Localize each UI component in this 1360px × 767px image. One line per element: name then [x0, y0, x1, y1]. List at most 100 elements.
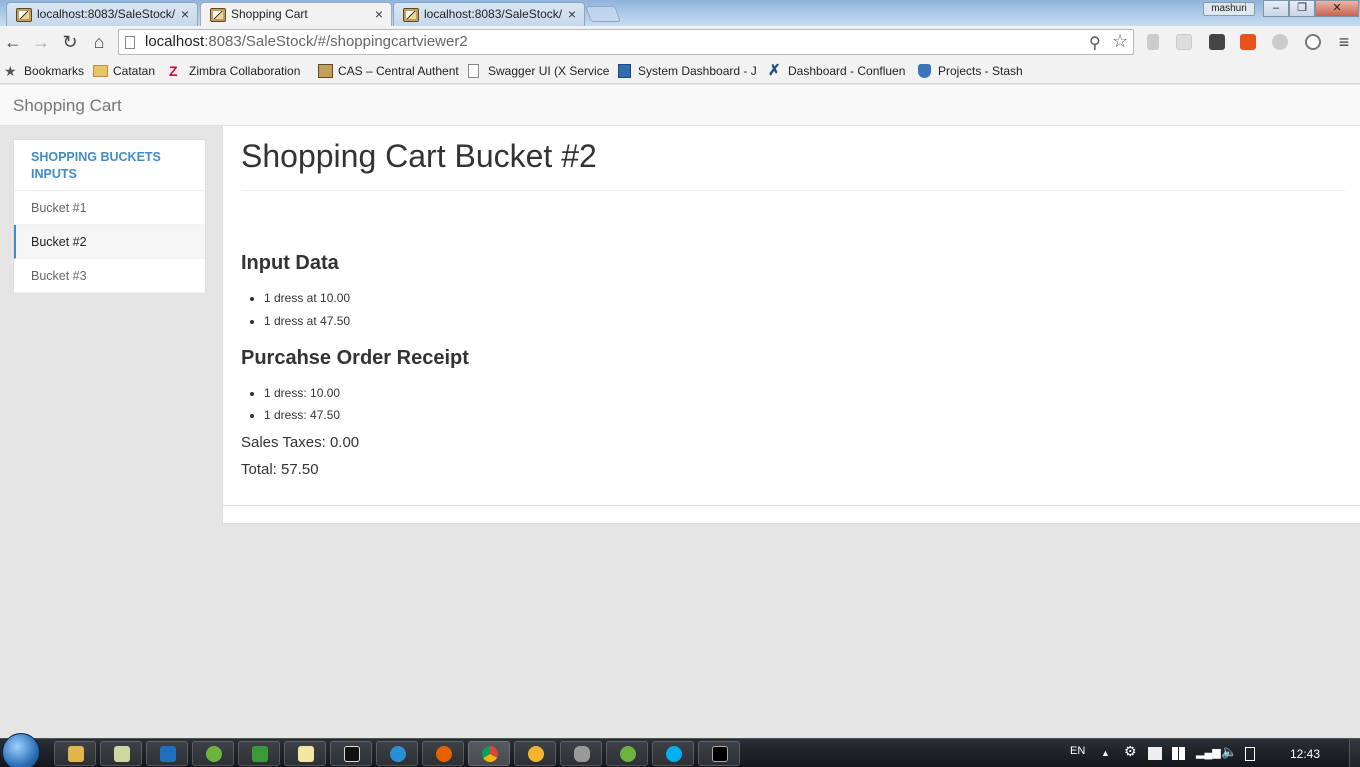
- back-arrow-icon[interactable]: ←: [1, 30, 25, 54]
- page-title: Shopping Cart Bucket #2: [241, 138, 597, 174]
- zoom-search-icon[interactable]: ⚲: [1089, 33, 1101, 53]
- receipt-list: 1 dress: 10.00 1 dress: 47.50: [264, 385, 340, 429]
- new-tab-button[interactable]: [585, 6, 621, 22]
- taskbar-app[interactable]: [514, 741, 556, 766]
- taskbar-app[interactable]: [100, 741, 142, 766]
- list-item: 1 dress: 47.50: [264, 407, 340, 429]
- app-icon: [114, 746, 130, 762]
- battery-icon[interactable]: [1245, 747, 1255, 761]
- profile-badge[interactable]: mashuri: [1203, 2, 1255, 16]
- tab-title: Shopping Cart: [231, 7, 308, 21]
- firefox-icon: [436, 746, 452, 762]
- tab-salestock-1[interactable]: localhost:8083/SaleStock/ ×: [6, 2, 198, 26]
- bookmark-star-icon[interactable]: ☆: [1112, 31, 1128, 52]
- bookmark-item[interactable]: ★ Bookmarks: [4, 62, 84, 80]
- taskbar-intellij[interactable]: [330, 741, 372, 766]
- taskbar-firefox[interactable]: [422, 741, 464, 766]
- sidebar-item-bucket-3[interactable]: Bucket #3: [14, 259, 205, 293]
- cas-icon: [318, 64, 333, 78]
- taskbar-app[interactable]: [238, 741, 280, 766]
- main-footer: [222, 505, 1360, 524]
- network-icon[interactable]: ▂▄▆: [1196, 746, 1221, 759]
- taskbar-skype[interactable]: [652, 741, 694, 766]
- show-desktop-button[interactable]: [1349, 739, 1360, 767]
- list-item: 1 dress at 10.00: [264, 290, 350, 313]
- forward-arrow-icon[interactable]: →: [29, 30, 53, 54]
- volume-icon[interactable]: 🔈: [1221, 744, 1237, 760]
- taskbar-explorer[interactable]: [54, 741, 96, 766]
- database-icon: [574, 746, 590, 762]
- sidebar-header: SHOPPING BUCKETS INPUTS: [14, 140, 205, 191]
- close-window-button[interactable]: ✕: [1315, 0, 1359, 17]
- folder-icon: [93, 65, 108, 77]
- star-icon: ★: [4, 63, 17, 79]
- page-favicon-icon: [403, 8, 419, 22]
- tab-shopping-cart[interactable]: Shopping Cart ×: [200, 2, 392, 26]
- title-divider: [241, 190, 1345, 191]
- clock[interactable]: 12:43: [1290, 747, 1320, 761]
- address-bar[interactable]: localhost:8083/SaleStock/#/shoppingcartv…: [118, 29, 1134, 55]
- home-icon[interactable]: ⌂: [87, 30, 111, 54]
- close-tab-icon[interactable]: ×: [566, 3, 578, 25]
- page-icon: [468, 64, 479, 78]
- windows-taskbar: EN ▲ ⚙ ▂▄▆ 🔈 12:43: [0, 733, 1360, 767]
- sidebar-item-bucket-2[interactable]: Bucket #2: [14, 225, 205, 259]
- tab-salestock-3[interactable]: localhost:8083/SaleStock/ ×: [393, 2, 585, 26]
- taskbar-database[interactable]: [560, 741, 602, 766]
- zimbra-icon: Z: [169, 63, 178, 79]
- close-tab-icon[interactable]: ×: [179, 3, 191, 25]
- url-text[interactable]: localhost:8083/SaleStock/#/shoppingcartv…: [145, 33, 468, 51]
- bookmark-folder[interactable]: Catatan: [93, 62, 155, 80]
- total: Total: 57.50: [241, 461, 319, 478]
- cmd-icon: [712, 746, 728, 762]
- input-data-heading: Input Data: [241, 252, 339, 274]
- taskbar-chrome[interactable]: [468, 741, 510, 766]
- start-button[interactable]: [2, 733, 40, 767]
- sidebar-item-bucket-1[interactable]: Bucket #1: [14, 191, 205, 225]
- windows-icon[interactable]: [1172, 747, 1185, 760]
- restore-button[interactable]: ❐: [1289, 0, 1315, 17]
- taskbar-app[interactable]: [376, 741, 418, 766]
- bookmark-item[interactable]: Projects - Stash: [918, 62, 1023, 80]
- show-hidden-icons-icon[interactable]: ▲: [1101, 748, 1110, 758]
- bookmarks-bar: ★ Bookmarks Catatan Z Zimbra Collaborati…: [0, 58, 1360, 84]
- flag-icon[interactable]: [1148, 747, 1162, 760]
- extension-icon[interactable]: [1305, 34, 1321, 50]
- bookmark-item[interactable]: ✗ Dashboard - Confluen: [768, 62, 905, 80]
- taskbar-cmd[interactable]: [698, 741, 740, 766]
- app-icon: [252, 746, 268, 762]
- outlook-icon: [160, 746, 176, 762]
- minimize-button[interactable]: –: [1263, 0, 1289, 17]
- menu-icon[interactable]: ≡: [1332, 30, 1356, 54]
- jira-icon: [618, 64, 631, 78]
- taskbar-spring[interactable]: [192, 741, 234, 766]
- extension-icon[interactable]: [1147, 34, 1159, 50]
- app-icon: [390, 746, 406, 762]
- taskbar-outlook[interactable]: [146, 741, 188, 766]
- reload-icon[interactable]: ↻: [58, 30, 82, 54]
- bookmark-item[interactable]: System Dashboard - J: [618, 62, 757, 80]
- language-indicator[interactable]: EN: [1070, 745, 1085, 757]
- bookmark-item[interactable]: Swagger UI (X Service: [468, 62, 609, 80]
- sidebar: SHOPPING BUCKETS INPUTS Bucket #1 Bucket…: [13, 139, 206, 293]
- gear-icon[interactable]: ⚙: [1124, 743, 1137, 760]
- spring-icon: [206, 746, 222, 762]
- lightbulb-extension-icon[interactable]: [1209, 34, 1225, 50]
- close-tab-icon[interactable]: ×: [373, 3, 385, 25]
- office-extension-icon[interactable]: [1240, 34, 1256, 50]
- bookmark-item[interactable]: Z Zimbra Collaboration: [169, 62, 300, 80]
- taskbar-notepad[interactable]: [284, 741, 326, 766]
- bookmark-item[interactable]: CAS – Central Authent: [318, 62, 459, 80]
- page-favicon-icon: [16, 8, 32, 22]
- extension-icon[interactable]: [1272, 34, 1288, 50]
- extension-icon[interactable]: [1176, 34, 1192, 50]
- chrome-icon: [482, 746, 498, 762]
- folder-icon: [68, 746, 84, 762]
- taskbar-spring[interactable]: [606, 741, 648, 766]
- browser-toolbar: ← → ↻ ⌂ localhost:8083/SaleStock/#/shopp…: [0, 26, 1360, 58]
- brand-link[interactable]: Shopping Cart: [13, 96, 122, 116]
- input-data-list: 1 dress at 10.00 1 dress at 47.50: [264, 290, 350, 336]
- skype-icon: [666, 746, 682, 762]
- list-item: 1 dress: 10.00: [264, 385, 340, 407]
- page-favicon-icon: [210, 8, 226, 22]
